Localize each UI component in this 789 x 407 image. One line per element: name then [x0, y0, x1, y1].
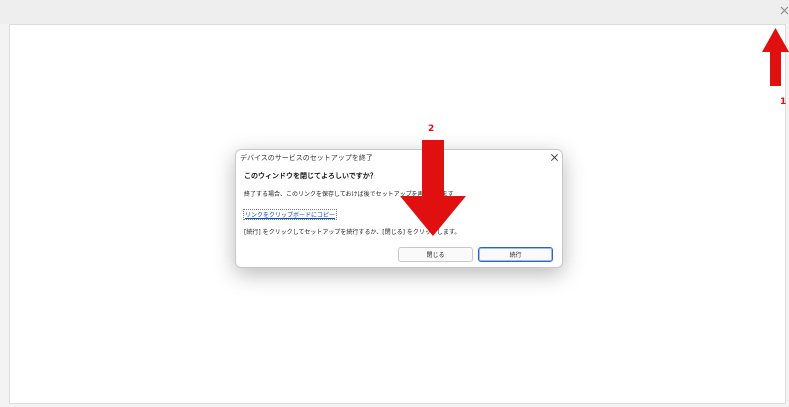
- continue-button[interactable]: 続行: [478, 247, 553, 262]
- exit-setup-dialog: デバイスのサービスのセットアップを終了 このウィンドウを閉じてよろしいですか？ …: [235, 149, 563, 268]
- dialog-close-icon[interactable]: [550, 153, 559, 162]
- annotation-label-2: 2: [428, 124, 435, 134]
- annotation-arrow-1-icon: [762, 28, 789, 86]
- annotation-label-1: 1: [780, 97, 787, 107]
- close-button[interactable]: 閉じる: [398, 247, 473, 262]
- window-close-icon[interactable]: [780, 6, 789, 15]
- copy-link-to-clipboard-link[interactable]: リンクをクリップボードにコピー: [243, 209, 338, 220]
- dialog-heading: このウィンドウを閉じてよろしいですか？: [244, 172, 377, 180]
- window-title-bar: [0, 0, 789, 24]
- annotation-arrow-2-icon: [400, 140, 466, 236]
- dialog-title: デバイスのサービスのセットアップを終了: [240, 154, 373, 162]
